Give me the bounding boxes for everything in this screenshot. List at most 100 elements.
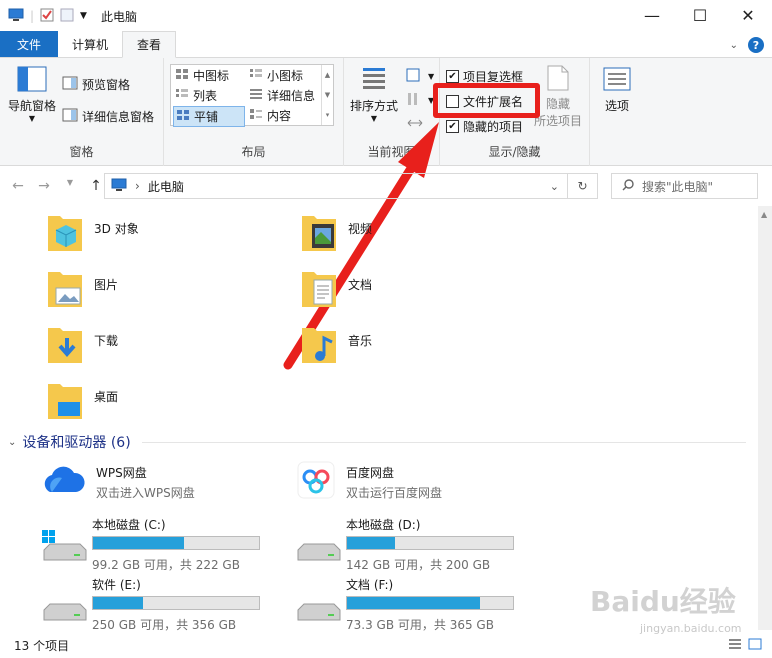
address-bar[interactable]: › 此电脑 ⌄ bbox=[104, 173, 568, 199]
cloud-drive-name: 百度网盘 bbox=[346, 466, 395, 480]
current-view-group-label: 当前视图 bbox=[367, 145, 416, 159]
search-input[interactable]: 搜索"此电脑" bbox=[611, 173, 758, 199]
group-by-icon bbox=[406, 68, 424, 85]
cloud-drive-item[interactable]: WPS网盘 双击进入WPS网盘 bbox=[40, 460, 195, 503]
preview-pane-button[interactable]: 预览窗格 bbox=[62, 76, 130, 93]
wps-cloud-icon bbox=[40, 460, 86, 503]
folder-item[interactable]: 视频 bbox=[300, 212, 372, 257]
recent-locations-icon[interactable]: ▼ bbox=[58, 178, 82, 194]
layout-gallery: 中图标 小图标 列表 详细信息 平铺 内容 ▲ ▼ ▾ bbox=[170, 64, 334, 127]
layout-details[interactable]: 详细信息 bbox=[249, 87, 315, 104]
address-row: ← → ▼ ↑ › 此电脑 ⌄ ↻ 搜索"此电脑" bbox=[0, 170, 772, 202]
hide-selected-button[interactable]: 隐藏 所选项目 bbox=[534, 64, 582, 129]
videos-folder-icon bbox=[300, 212, 338, 257]
small-icons-icon bbox=[249, 68, 263, 83]
folder-item[interactable]: 3D 对象 bbox=[46, 212, 139, 257]
drive-item[interactable]: 本地磁盘 (D:) 142 GB 可用，共 200 GB bbox=[294, 516, 524, 572]
documents-folder-icon bbox=[300, 268, 338, 313]
tab-file[interactable]: 文件 bbox=[0, 31, 58, 57]
chevron-down-icon[interactable]: ⌄ bbox=[550, 180, 559, 193]
cloud-drive-name: WPS网盘 bbox=[96, 466, 147, 480]
baidu-watermark: Baidu经验 bbox=[590, 585, 736, 618]
layout-list[interactable]: 列表 bbox=[175, 87, 217, 104]
large-icons-view-icon[interactable] bbox=[748, 638, 762, 653]
layout-scroll[interactable]: ▲ ▼ ▾ bbox=[321, 65, 333, 125]
close-button[interactable]: ✕ bbox=[724, 0, 772, 30]
layout-label: 中图标 bbox=[193, 69, 230, 83]
new-folder-icon[interactable] bbox=[60, 8, 74, 25]
layout-label: 内容 bbox=[267, 109, 292, 123]
forward-arrow-icon[interactable]: → bbox=[32, 178, 56, 194]
chevron-down-icon: ▼ bbox=[428, 72, 435, 81]
folder-label: 下载 bbox=[94, 334, 119, 348]
drive-item[interactable]: 软件 (E:) 250 GB 可用，共 356 GB bbox=[40, 576, 270, 632]
size-columns-button[interactable] bbox=[406, 116, 424, 133]
scroll-up-icon[interactable]: ▲ bbox=[761, 210, 767, 219]
drive-name: 软件 (E:) bbox=[92, 578, 141, 592]
folder-item[interactable]: 图片 bbox=[46, 268, 118, 313]
layout-content[interactable]: 内容 bbox=[249, 107, 291, 124]
cloud-drive-item[interactable]: 百度网盘 双击运行百度网盘 bbox=[296, 460, 442, 503]
help-icon[interactable]: ? bbox=[748, 37, 764, 53]
breadcrumb-this-pc[interactable]: 此电脑 bbox=[148, 178, 184, 195]
computer-icon[interactable] bbox=[8, 8, 24, 25]
content-icon bbox=[249, 108, 263, 123]
tab-computer[interactable]: 计算机 bbox=[58, 31, 122, 57]
chevron-down-icon: ▼ bbox=[370, 114, 378, 123]
tab-view[interactable]: 查看 bbox=[122, 31, 177, 58]
cloud-drive-text: WPS网盘 双击进入WPS网盘 bbox=[96, 460, 195, 501]
back-arrow-icon[interactable]: ← bbox=[6, 178, 30, 194]
expand-ribbon-icon[interactable]: ⌄ bbox=[730, 40, 738, 51]
pane-group: 导航窗格 ▼ 预览窗格 详细信息窗格 窗格 bbox=[0, 58, 164, 166]
list-icon bbox=[175, 88, 189, 103]
devices-header-label: 设备和驱动器 (6) bbox=[22, 435, 131, 451]
window-controls: — ☐ ✕ bbox=[628, 0, 772, 30]
drive-free-space: 142 GB 可用，共 200 GB bbox=[346, 558, 491, 572]
group-by-button[interactable]: ▼ bbox=[406, 68, 434, 85]
vertical-scrollbar[interactable]: ▲ bbox=[758, 206, 772, 630]
checkbox-checked-icon: ✔ bbox=[446, 120, 459, 133]
layout-medium-icons[interactable]: 中图标 bbox=[175, 67, 229, 84]
section-divider bbox=[142, 442, 746, 443]
drive-name: 文档 (F:) bbox=[346, 578, 394, 592]
baidu-cloud-icon bbox=[296, 460, 336, 503]
layout-tiles[interactable]: 平铺 bbox=[173, 106, 245, 127]
layout-small-icons[interactable]: 小图标 bbox=[249, 67, 303, 84]
folder-item[interactable]: 下载 bbox=[46, 324, 118, 369]
preview-pane-label: 预览窗格 bbox=[82, 78, 131, 92]
details-view-icon[interactable] bbox=[728, 638, 742, 653]
folder-label: 3D 对象 bbox=[94, 222, 139, 236]
devices-section-header[interactable]: ⌄ 设备和驱动器 (6) bbox=[8, 432, 131, 452]
maximize-button[interactable]: ☐ bbox=[676, 0, 724, 30]
cloud-drive-desc: 双击运行百度网盘 bbox=[346, 486, 443, 500]
options-button[interactable]: 选项 bbox=[602, 66, 632, 114]
details-pane-label: 详细信息窗格 bbox=[82, 110, 155, 124]
folder-item[interactable]: 文档 bbox=[300, 268, 372, 313]
details-pane-button[interactable]: 详细信息窗格 bbox=[62, 108, 154, 125]
sort-icon bbox=[359, 66, 389, 97]
customize-toolbar-icon[interactable]: ▼ bbox=[80, 11, 87, 21]
checkbox-checked-icon: ✔ bbox=[446, 70, 459, 83]
item-count: 13 个项目 bbox=[14, 638, 70, 653]
refresh-icon: ↻ bbox=[577, 179, 588, 193]
nav-pane-button[interactable]: 导航窗格 ▼ bbox=[8, 66, 56, 123]
properties-icon[interactable] bbox=[40, 8, 54, 25]
folder-label: 音乐 bbox=[348, 334, 373, 348]
hide-selected-label: 隐藏 bbox=[546, 97, 571, 111]
drive-item[interactable]: 文档 (F:) 73.3 GB 可用，共 365 GB bbox=[294, 576, 524, 632]
desktop-folder-icon bbox=[46, 380, 84, 425]
pane-group-label: 窗格 bbox=[69, 145, 94, 159]
sort-by-button[interactable]: 排序方式 ▼ bbox=[350, 66, 398, 123]
hidden-items-label: 隐藏的项目 bbox=[463, 120, 524, 134]
folder-label: 文档 bbox=[348, 278, 373, 292]
options-label: 选项 bbox=[604, 99, 629, 113]
refresh-button[interactable]: ↻ bbox=[568, 173, 598, 199]
folder-item[interactable]: 音乐 bbox=[300, 324, 372, 369]
add-columns-button[interactable]: ▼ bbox=[406, 92, 434, 109]
minimize-button[interactable]: — bbox=[628, 0, 676, 30]
show-hide-group-label: 显示/隐藏 bbox=[488, 145, 541, 159]
drive-usage-bar bbox=[346, 536, 514, 550]
hidden-items-toggle[interactable]: ✔ 隐藏的项目 bbox=[446, 118, 523, 135]
drive-item[interactable]: 本地磁盘 (C:) 99.2 GB 可用，共 222 GB bbox=[40, 516, 270, 572]
folder-item[interactable]: 桌面 bbox=[46, 380, 118, 425]
